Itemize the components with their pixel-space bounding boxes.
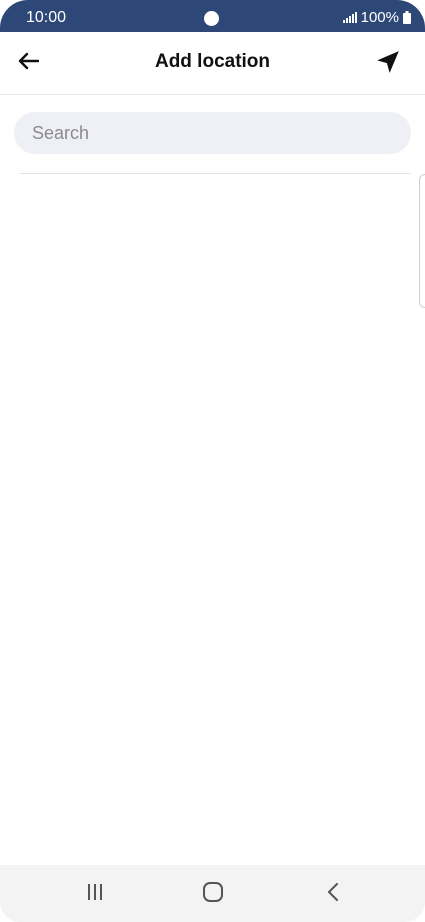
home-button[interactable] bbox=[198, 881, 228, 907]
navigation-arrow-icon bbox=[375, 49, 401, 80]
navigation-bar bbox=[0, 865, 425, 922]
results-list bbox=[0, 174, 425, 864]
recent-apps-button[interactable] bbox=[80, 881, 110, 907]
battery-icon bbox=[403, 11, 411, 24]
status-indicators: 100% bbox=[342, 9, 411, 26]
home-icon bbox=[202, 881, 224, 908]
signal-icon bbox=[342, 12, 357, 23]
recent-apps-icon bbox=[85, 882, 105, 907]
back-icon bbox=[326, 882, 340, 907]
status-bar: 10:00 100% bbox=[0, 0, 425, 32]
app-bar: Add location bbox=[0, 32, 425, 95]
camera-cutout bbox=[204, 11, 219, 26]
status-time: 10:00 bbox=[26, 9, 67, 26]
current-location-button[interactable] bbox=[373, 50, 403, 78]
search-input[interactable] bbox=[14, 112, 411, 154]
system-back-button[interactable] bbox=[318, 881, 348, 907]
page-title: Add location bbox=[154, 51, 271, 72]
battery-percent: 100% bbox=[360, 9, 399, 26]
scrollbar-handle[interactable] bbox=[419, 174, 425, 308]
search-field[interactable] bbox=[14, 112, 411, 154]
